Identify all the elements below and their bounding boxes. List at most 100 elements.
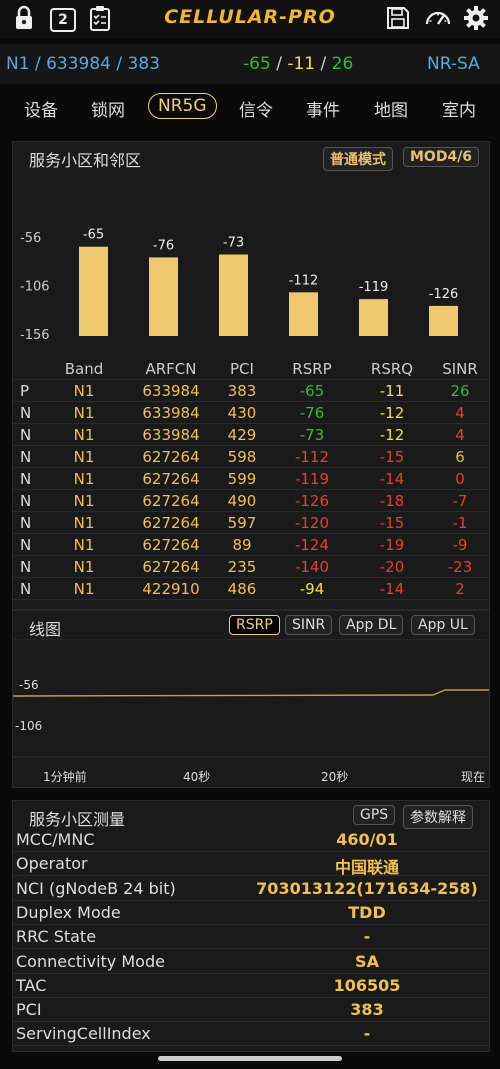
lock-icon[interactable] [10, 4, 38, 32]
serving-panel-title: 服务小区和邻区 [29, 151, 142, 170]
save-icon[interactable] [384, 4, 412, 32]
cell-rsrp: -73 [272, 423, 352, 446]
cell-band: N1 [38, 379, 130, 402]
measure-key: TAC [16, 975, 47, 995]
cell-arfcn: 422910 [130, 577, 212, 600]
col-header-rsrp: RSRP [272, 358, 352, 380]
cell-type: N [12, 533, 38, 556]
measure-value: 703013122(171634-258) [256, 878, 478, 898]
cell-arfcn: 633984 [130, 423, 212, 446]
cell-rsrp: -119 [272, 467, 352, 490]
tab-events[interactable]: 事件 [306, 96, 340, 121]
bar-ytick: -56 [20, 231, 41, 246]
cell-type: N [12, 577, 38, 600]
bar-ytick: -106 [20, 280, 50, 295]
speedometer-icon[interactable] [424, 4, 452, 32]
gps-button[interactable]: GPS [353, 805, 396, 825]
cell-rsrq: -18 [352, 489, 432, 512]
measure-row: RRC State - [12, 925, 488, 950]
home-indicator[interactable] [158, 1056, 342, 1061]
bar-category-label: 599 [361, 337, 386, 352]
tab-nr5g[interactable]: NR5G [148, 93, 217, 119]
measure-value: 中国联通 [334, 858, 399, 878]
info-pci: 383 [127, 54, 160, 74]
bar-value-label: -112 [289, 273, 319, 288]
bar-category-label: 490 [431, 337, 456, 352]
cell-sinr: 26 [432, 379, 488, 402]
measure-key: PCI [16, 1000, 42, 1020]
table-row: N N1 627264 599 -119 -14 0 [12, 467, 488, 490]
cell-sinr: 2 [432, 577, 488, 600]
cell-arfcn: 627264 [130, 467, 212, 490]
table-row: N N1 633984 429 -73 -12 4 [12, 423, 488, 446]
info-separator: / [276, 54, 282, 74]
info-band-arfcn-pci: N1 / 633984 / 383 [6, 54, 160, 74]
bar [289, 292, 318, 336]
tab-indoor[interactable]: 室内 [442, 96, 476, 121]
cell-type: P [12, 379, 38, 402]
badge-icon[interactable]: 2 [50, 8, 76, 32]
measure-row: PCI 383 [12, 998, 488, 1023]
tab-signaling[interactable]: 信令 [239, 96, 273, 121]
bar [79, 246, 108, 336]
cell-rsrp: -126 [272, 489, 352, 512]
bar-value-label: -76 [153, 238, 174, 253]
app-dl-button[interactable]: App DL [339, 615, 404, 635]
measure-row: Connectivity Mode SA [12, 950, 488, 974]
cell-band: N1 [38, 577, 130, 600]
bar [429, 305, 458, 336]
info-rsrp: -65 [243, 54, 271, 74]
tab-map[interactable]: 地图 [374, 96, 408, 121]
col-header-pci: PCI [212, 358, 272, 380]
line-xtick: 20秒 [321, 770, 348, 784]
cell-pci: 490 [212, 489, 272, 512]
cell-arfcn: 627264 [130, 489, 212, 512]
cell-pci: 89 [212, 533, 272, 556]
cell-band: N1 [38, 467, 130, 490]
info-rsrq: -11 [287, 54, 316, 74]
rsrp-button[interactable]: RSRP [229, 615, 280, 635]
measure-key: NCI (gNodeB 24 bit) [16, 878, 176, 898]
tab-lock[interactable]: 锁网 [91, 96, 125, 121]
line-chart: -56 -106 1分钟前 40秒 20秒 现在 [13, 639, 489, 784]
bar-category-label: 598 [291, 337, 316, 352]
table-row: N N1 627264 235 -140 -20 -23 [12, 555, 488, 578]
table-row: N N1 627264 89 -124 -19 -9 [12, 533, 488, 556]
mode-button[interactable]: 普通模式 [323, 147, 393, 171]
cell-pci: 599 [212, 467, 272, 490]
table-row: N N1 633984 430 -76 -12 4 [12, 401, 488, 424]
cell-sinr: -9 [432, 533, 488, 556]
measure-key: Operator [16, 854, 88, 874]
cell-rsrq: -12 [352, 401, 432, 424]
cell-info-bar: N1 / 633984 / 383 -65 / -11 / 26 NR-SA [0, 44, 500, 84]
line-xtick: 现在 [461, 770, 485, 784]
cell-sinr: -7 [432, 489, 488, 512]
table-row: P N1 633984 383 -65 -11 26 [12, 379, 488, 402]
gear-icon[interactable] [462, 4, 490, 32]
measure-row: TAC 106505 [12, 974, 488, 998]
cell-arfcn: 633984 [130, 379, 212, 402]
table-row: N N1 422910 486 -94 -14 2 [12, 577, 488, 600]
col-header-sinr: SINR [432, 358, 488, 380]
cell-arfcn: 627264 [130, 445, 212, 468]
cell-rsrp: -120 [272, 511, 352, 534]
line-panel-title: 线图 [29, 620, 62, 639]
bar-value-label: -126 [429, 287, 459, 302]
measure-row: Duplex Mode TDD [12, 901, 488, 925]
bar-value-label: -65 [83, 228, 104, 243]
param-explain-button[interactable]: 参数解释 [403, 805, 473, 829]
cell-arfcn: 633984 [130, 401, 212, 424]
sinr-button[interactable]: SINR [285, 615, 333, 635]
clipboard-icon[interactable] [86, 4, 114, 32]
cell-rsrq: -15 [352, 445, 432, 468]
cell-rsrp: -124 [272, 533, 352, 556]
mod-button[interactable]: MOD4/6 [403, 147, 480, 167]
tab-device[interactable]: 设备 [24, 96, 58, 121]
measure-key: MCC/MNC [16, 830, 95, 849]
measure-row: ServingCellIndex - [12, 1022, 488, 1047]
cell-pci: 598 [212, 445, 272, 468]
app-ul-button[interactable]: App UL [411, 615, 475, 635]
measure-value: TDD [348, 902, 386, 922]
cell-sinr: 6 [432, 445, 488, 468]
neighbor-bar-chart: -56 -106 -156 -65 383 -76 430 -73 429 -112 598 -119… [20, 228, 459, 352]
